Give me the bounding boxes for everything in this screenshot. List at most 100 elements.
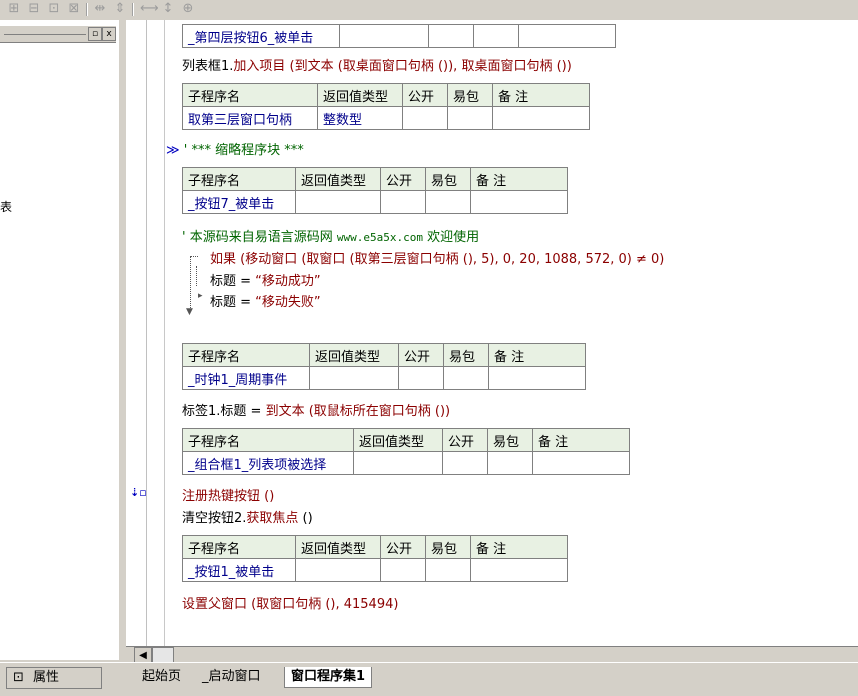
easy-package-cell[interactable] <box>473 24 519 48</box>
easy-package-cell[interactable] <box>425 190 471 214</box>
else-arrow-icon: ▸ <box>198 291 203 301</box>
easy-package-cell[interactable] <box>425 558 471 582</box>
align-top-icon[interactable]: ⊡ <box>46 2 62 16</box>
public-cell[interactable] <box>428 24 474 48</box>
code-line[interactable]: 标签1.标题 = 到文本 (取鼠标所在窗口句柄 ()) <box>182 400 450 419</box>
subroutine-table: 子程序名 返回值类型 公开 易包 备 注 _按钮1_被单击 <box>182 535 568 582</box>
code-call: 到文本 (取鼠标所在窗口句柄 ()) <box>265 404 451 419</box>
header-cell: 返回值类型 <box>295 535 381 559</box>
code-line[interactable]: 如果 (移动窗口 (取窗口 (取第三层窗口句柄 (), 5), 0, 20, 1… <box>210 248 664 267</box>
return-type-cell[interactable] <box>295 558 381 582</box>
left-panel: ▫ x 表 <box>0 20 119 660</box>
properties-label: 属性 <box>33 670 60 685</box>
remark-cell[interactable] <box>532 451 630 475</box>
header-cell: 公开 <box>398 343 444 367</box>
align-center-icon[interactable]: ⊟ <box>26 2 42 16</box>
public-cell[interactable] <box>402 106 448 130</box>
expand-arrow-icon[interactable]: ≫ <box>166 143 180 158</box>
tab-start-page[interactable]: 起始页 <box>136 667 187 687</box>
code-line[interactable]: ▸ 标题 = “移动失败” <box>198 291 321 310</box>
header-cell: 易包 <box>443 343 489 367</box>
code-line[interactable]: ' 本源码来自易语言源码网 www.e5a5x.com 欢迎使用 <box>182 226 479 245</box>
header-cell: 子程序名 <box>182 83 318 107</box>
subroutine-name-cell[interactable]: _组合框1_列表项被选择 <box>182 451 354 475</box>
close-icon[interactable]: x <box>102 27 116 41</box>
left-panel-header: ▫ x <box>0 26 116 43</box>
minimize-icon[interactable]: ▫ <box>88 27 102 41</box>
header-cell: 公开 <box>442 428 488 452</box>
header-cell: 子程序名 <box>182 343 310 367</box>
code-comment: 欢迎使用 <box>422 230 480 245</box>
easy-package-cell[interactable] <box>443 366 489 390</box>
space-horizontal-icon[interactable]: ⇹ <box>92 2 108 16</box>
public-cell[interactable] <box>380 190 426 214</box>
code-call: 设置父窗口 (取窗口句柄 (), 415494) <box>182 597 399 612</box>
code-line[interactable]: 清空按钮2.获取焦点 () <box>182 507 313 526</box>
remark-cell[interactable] <box>518 24 616 48</box>
code-object: 清空按钮2. <box>182 511 247 526</box>
same-size-icon[interactable]: ⊕ <box>180 2 196 16</box>
code-comment-url: www.e5a5x.com <box>336 231 423 244</box>
toolbar-separator <box>86 3 88 16</box>
remark-cell[interactable] <box>470 190 568 214</box>
flow-guide <box>196 266 198 286</box>
return-type-cell[interactable] <box>295 190 381 214</box>
return-type-cell[interactable] <box>309 366 399 390</box>
easy-package-cell[interactable] <box>447 106 493 130</box>
header-cell: 公开 <box>402 83 448 107</box>
same-height-icon[interactable]: ↕ <box>160 2 176 16</box>
table-row: _第四层按钮6_被单击 <box>182 24 616 48</box>
code-line[interactable]: 注册热键按钮 () <box>182 485 274 504</box>
horizontal-scrollbar[interactable]: ◀ <box>126 646 858 665</box>
table-row: _时钟1_周期事件 <box>182 366 586 390</box>
public-cell[interactable] <box>380 558 426 582</box>
toolbar-separator <box>132 3 134 16</box>
return-type-cell[interactable]: 整数型 <box>317 106 403 130</box>
code-line[interactable]: 标题 = “移动成功” <box>210 270 321 289</box>
code-args: (到文本 (取桌面窗口句柄 ()), 取桌面窗口句柄 ()) <box>285 59 572 74</box>
breakpoint-icon[interactable]: ⇣▫ <box>130 486 147 499</box>
return-type-cell[interactable] <box>353 451 443 475</box>
indent-guide <box>164 20 165 646</box>
header-cell: 子程序名 <box>182 167 296 191</box>
align-left-icon[interactable]: ⊞ <box>6 2 22 16</box>
code-method: 获取焦点 <box>246 511 299 526</box>
subroutine-name-cell[interactable]: _按钮7_被单击 <box>182 190 296 214</box>
table-row: _组合框1_列表项被选择 <box>182 451 630 475</box>
code-string: “移动失败” <box>255 295 321 310</box>
panel-grip[interactable] <box>4 34 86 35</box>
code-line[interactable]: 设置父窗口 (取窗口句柄 (), 415494) <box>182 593 398 612</box>
return-type-cell[interactable] <box>339 24 429 48</box>
header-cell: 公开 <box>380 535 426 559</box>
subroutine-name-cell[interactable]: _时钟1_周期事件 <box>182 366 310 390</box>
remark-cell[interactable] <box>470 558 568 582</box>
collapsed-block-line[interactable]: ≫ ' *** 缩略程序块 *** <box>166 139 304 158</box>
header-cell: 返回值类型 <box>309 343 399 367</box>
public-cell[interactable] <box>398 366 444 390</box>
remark-cell[interactable] <box>488 366 586 390</box>
table-header-row: 子程序名 返回值类型 公开 易包 备 注 <box>182 428 630 452</box>
subroutine-name-cell[interactable]: _第四层按钮6_被单击 <box>182 24 340 48</box>
subroutine-name-cell[interactable]: _按钮1_被单击 <box>182 558 296 582</box>
tab-startup-window[interactable]: _启动窗口 <box>196 667 267 687</box>
remark-cell[interactable] <box>492 106 590 130</box>
table-row: _按钮1_被单击 <box>182 558 568 582</box>
header-cell: 返回值类型 <box>295 167 381 191</box>
panel-text-fragment: 表 <box>0 200 13 214</box>
properties-tab[interactable]: ⊡ 属性 <box>6 667 102 689</box>
public-cell[interactable] <box>442 451 488 475</box>
panel-splitter[interactable] <box>118 20 126 660</box>
tab-window-assembly[interactable]: 窗口程序集1 <box>284 667 373 688</box>
code-editor[interactable]: _第四层按钮6_被单击 列表框1.加入项目 (到文本 (取桌面窗口句柄 ()),… <box>126 20 858 646</box>
same-width-icon[interactable]: ⟷ <box>140 2 159 16</box>
flow-guide <box>190 256 192 310</box>
align-bottom-icon[interactable]: ⊠ <box>66 2 82 16</box>
editor-gutter[interactable] <box>126 20 147 646</box>
code-line[interactable]: 列表框1.加入项目 (到文本 (取桌面窗口句柄 ()), 取桌面窗口句柄 ()) <box>182 55 572 74</box>
alignment-toolbar: ⊞ ⊟ ⊡ ⊠ ⇹ ⇕ ⟷ ↕ ⊕ <box>0 0 858 21</box>
code-object: 列表框1. <box>182 59 234 74</box>
space-vertical-icon[interactable]: ⇕ <box>112 2 128 16</box>
code-assign: 标签1.标题 = <box>182 404 266 419</box>
subroutine-name-cell[interactable]: 取第三层窗口句柄 <box>182 106 318 130</box>
easy-package-cell[interactable] <box>487 451 533 475</box>
